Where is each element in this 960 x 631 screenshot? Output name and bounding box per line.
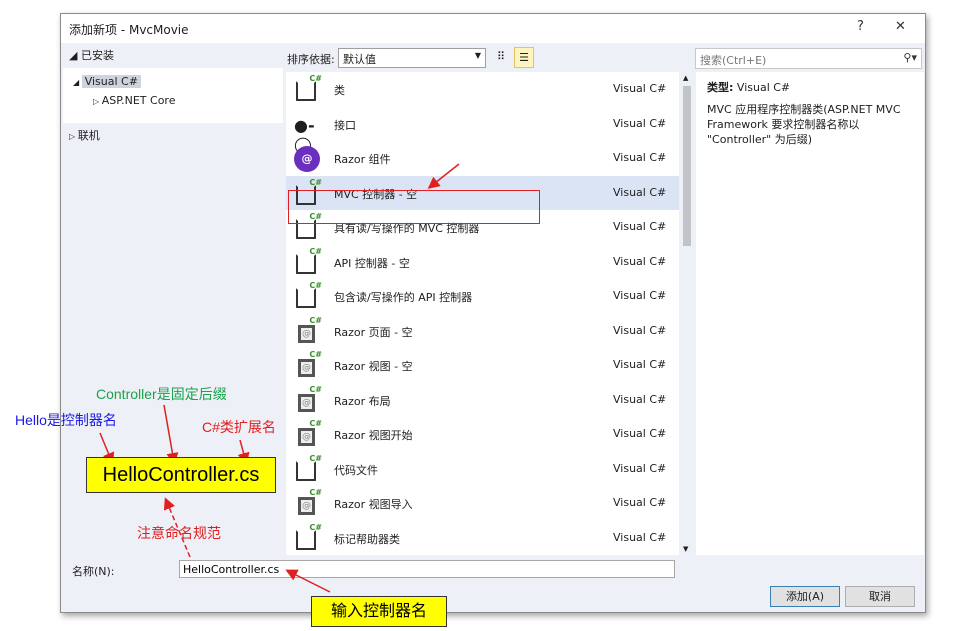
item-name: Razor 页面 - 空	[334, 325, 413, 339]
scrollbar-thumb[interactable]	[683, 86, 691, 246]
tree-installed[interactable]: ◢ 已安装	[63, 43, 283, 68]
item-name: 接口	[334, 118, 356, 132]
item-language: Visual C#	[613, 220, 667, 233]
sort-dropdown[interactable]: 默认值 ▼	[338, 48, 486, 68]
list-item[interactable]: @ C# Razor 视图开始 Visual C#	[286, 417, 679, 451]
scrollbar[interactable]: ▲ ▼	[680, 72, 694, 555]
list-item[interactable]: @ C# Razor 布局 Visual C#	[286, 383, 679, 417]
list-item[interactable]: C# API 控制器 - 空 Visual C#	[286, 245, 679, 279]
item-name: Razor 组件	[334, 153, 391, 166]
list-item[interactable]: @ Razor 组件 Visual C#	[286, 141, 679, 175]
class-icon: C#	[294, 247, 322, 276]
details-panel: 类型: Visual C# MVC 应用程序控制器类(ASP.NET MVC F…	[696, 72, 924, 555]
aspnet-core-label: ASP.NET Core	[101, 94, 176, 107]
razor-component-icon: @	[294, 146, 320, 172]
annotation-extension: C#类扩展名	[202, 419, 276, 435]
code-file-icon: C#	[294, 454, 322, 483]
template-list: C# 类 Visual C# ●-◯ 接口 Visual C# @ Razor 组件 Visua…	[286, 72, 679, 555]
search-input[interactable]: 搜索(Ctrl+E) ⚲▾	[695, 48, 922, 69]
item-language: Visual C#	[613, 496, 667, 509]
annotation-naming: 注意命名规范	[137, 525, 221, 541]
selection-highlight-box	[288, 190, 540, 224]
list-item[interactable]: @ C# Razor 页面 - 空 Visual C#	[286, 314, 679, 348]
item-name: 包含读/写操作的 API 控制器	[334, 291, 473, 304]
grid-view-icon[interactable]: ⠿	[491, 47, 511, 68]
collapse-icon: ◢	[73, 78, 82, 87]
tree-aspnet-core[interactable]: ▷ ASP.NET Core	[63, 91, 283, 110]
cancel-button[interactable]: 取消	[845, 586, 915, 607]
collapse-icon: ◢	[69, 49, 81, 62]
expand-icon: ▷	[93, 97, 102, 106]
item-language: Visual C#	[613, 461, 667, 475]
title-bar: 添加新项 - MvcMovie ? ✕	[61, 14, 925, 43]
scroll-down-icon[interactable]: ▼	[683, 545, 688, 553]
help-button[interactable]: ?	[857, 19, 864, 34]
search-placeholder: 搜索(Ctrl+E)	[700, 54, 767, 67]
annotation-controller-name: Hello是控制器名	[15, 412, 117, 428]
razor-page-icon: @ C#	[294, 385, 322, 414]
item-name: Razor 视图开始	[334, 429, 413, 442]
close-button[interactable]: ✕	[895, 19, 906, 34]
razor-page-icon: @ C#	[294, 316, 322, 345]
window-title: 添加新项 - MvcMovie	[69, 23, 189, 37]
annotation-suffix: Controller是固定后缀	[96, 386, 227, 402]
razor-page-icon: @ C#	[294, 419, 322, 448]
item-language: Visual C#	[613, 254, 667, 268]
item-name: 标记帮助器类	[334, 532, 400, 546]
item-name: Razor 视图导入	[334, 498, 413, 511]
enter-name-callout: 输入控制器名	[311, 596, 447, 627]
class-icon: C#	[294, 281, 322, 310]
add-button[interactable]: 添加(A)	[770, 586, 840, 607]
item-language: Visual C#	[613, 530, 667, 544]
item-name: 代码文件	[334, 463, 378, 477]
list-item[interactable]: C# 标记帮助器类 Visual C#	[286, 521, 679, 555]
type-value: Visual C#	[736, 81, 791, 94]
item-language: Visual C#	[613, 427, 667, 440]
item-language: Visual C#	[613, 116, 667, 130]
scroll-up-icon[interactable]: ▲	[683, 74, 688, 82]
item-name: API 控制器 - 空	[334, 256, 410, 270]
interface-icon: ●-◯	[294, 115, 315, 154]
sort-value: 默认值	[343, 53, 376, 66]
class-icon: C#	[294, 523, 322, 552]
item-name: Razor 布局	[334, 394, 391, 408]
filename-callout: HelloController.cs	[86, 457, 276, 493]
tree-visual-csharp[interactable]: ◢ Visual C#	[63, 72, 283, 91]
search-icon: ⚲▾	[903, 51, 917, 64]
name-label: 名称(N):	[72, 565, 115, 578]
online-label: 联机	[77, 129, 100, 142]
class-icon: C#	[294, 74, 322, 103]
list-item[interactable]: ●-◯ 接口 Visual C#	[286, 107, 679, 154]
item-language: Visual C#	[613, 151, 667, 164]
item-language: Visual C#	[613, 358, 667, 371]
item-name: Razor 视图 - 空	[334, 360, 413, 373]
list-item[interactable]: C# 类 Visual C#	[286, 72, 679, 106]
item-language: Visual C#	[613, 323, 667, 337]
razor-page-icon: @ C#	[294, 488, 322, 517]
razor-page-icon: @ C#	[294, 350, 322, 379]
list-item[interactable]: C# 代码文件 Visual C#	[286, 452, 679, 486]
sort-label: 排序依据:	[287, 53, 335, 66]
visual-csharp-label: Visual C#	[81, 75, 141, 88]
type-label: 类型:	[707, 81, 734, 94]
list-view-icon[interactable]: ☰	[514, 47, 534, 68]
item-name: 类	[334, 84, 345, 97]
installed-label: 已安装	[80, 49, 114, 62]
item-language: Visual C#	[613, 185, 667, 199]
list-item[interactable]: @ C# Razor 视图 - 空 Visual C#	[286, 348, 679, 382]
list-item[interactable]: C# 包含读/写操作的 API 控制器 Visual C#	[286, 279, 679, 313]
tree-online[interactable]: ▷ 联机	[63, 123, 283, 148]
description: MVC 应用程序控制器类(ASP.NET MVC Framework 要求控制器…	[707, 103, 901, 146]
item-language: Visual C#	[613, 82, 667, 95]
name-input[interactable]	[179, 560, 675, 578]
chevron-down-icon: ▼	[474, 51, 481, 60]
list-item[interactable]: @ C# Razor 视图导入 Visual C#	[286, 486, 679, 520]
expand-icon: ▷	[69, 132, 78, 141]
item-language: Visual C#	[613, 392, 667, 406]
item-language: Visual C#	[613, 289, 667, 302]
